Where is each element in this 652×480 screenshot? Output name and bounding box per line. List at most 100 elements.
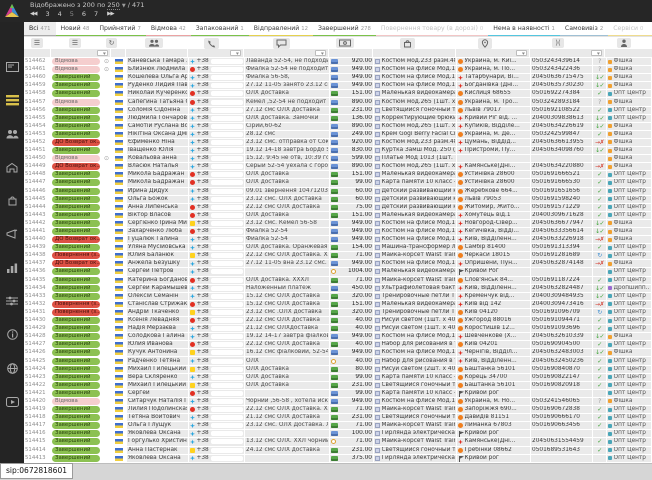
- col-tracking[interactable]: )(: [521, 38, 595, 48]
- sidebar-item-marketing[interactable]: [0, 218, 24, 252]
- product-cell[interactable]: Светящийся гоночный трек Ma...: [374, 382, 456, 389]
- client-name-cell[interactable]: Сергей: [127, 390, 188, 397]
- comment-cell[interactable]: 22.12 смс ОЛХ доставка: [245, 341, 329, 348]
- table-row[interactable]: 514436ЗавершенийСергей Петров+381004.00М…: [24, 268, 652, 276]
- tracking-cell[interactable]: 20400309484935: [531, 293, 592, 300]
- tracking-cell[interactable]: 0501691094471: [531, 317, 592, 324]
- comment-cell[interactable]: ОЛХ доставка. Оранжевая: [245, 244, 329, 251]
- address-cell[interactable]: Новгород-Сівер...: [457, 220, 530, 227]
- address-cell[interactable]: Татарбунари, Ві...: [457, 74, 530, 81]
- comment-cell[interactable]: 21.12 смс ОЛХ доставка: [245, 414, 329, 421]
- sidebar-item-orders[interactable]: [0, 84, 24, 118]
- address-cell[interactable]: Самбір 81400: [457, 244, 530, 251]
- comment-cell[interactable]: [245, 430, 329, 437]
- client-name-cell[interactable]: Микола Бадражан: [127, 171, 188, 178]
- client-phone-cell[interactable]: +38: [189, 244, 244, 251]
- tab-Самовивіз[interactable]: Самовивіз2: [560, 22, 608, 37]
- product-cell[interactable]: Рисуй светом (1шт. х 40.00 = 40...: [374, 317, 456, 324]
- client-phone-cell[interactable]: +38: [189, 90, 244, 97]
- tracking-cell[interactable]: 20450632450236: [531, 357, 592, 364]
- tab-Всі[interactable]: Всі471: [24, 22, 56, 37]
- client-phone-cell[interactable]: +38: [189, 179, 244, 186]
- address-cell[interactable]: Житомир, Жито...: [457, 204, 530, 211]
- page-button-7[interactable]: 7: [92, 10, 100, 18]
- tracking-cell[interactable]: 0501691096709: [531, 309, 592, 316]
- client-name-cell[interactable]: Власюк Наталья: [127, 163, 188, 170]
- tracking-cell[interactable]: 20450635730230: [531, 82, 592, 89]
- client-name-cell[interactable]: Горгулько Христина..: [127, 438, 188, 445]
- client-phone-cell[interactable]: +38: [189, 196, 244, 203]
- tab-В дорозі додому[interactable]: В дорозі додому0: [648, 22, 652, 37]
- client-phone-cell[interactable]: +38: [189, 317, 244, 324]
- table-row[interactable]: 514423ЗавершенийВера Скляренко+38ОЛХ дос…: [24, 374, 652, 382]
- address-cell[interactable]: Кривой Рог: [457, 268, 530, 275]
- address-cell[interactable]: Київ, Відділенн...: [457, 357, 530, 364]
- tab-Відмова[interactable]: Відмова42: [146, 22, 191, 37]
- client-phone-cell[interactable]: +38: [189, 390, 244, 397]
- product-cell[interactable]: Майка-корсет Waist Trainer *142...: [374, 422, 456, 429]
- comment-cell[interactable]: 15.12 смс ОЛХ доставка: [245, 293, 329, 300]
- comment-cell[interactable]: Фиалка 56-58,: [245, 74, 329, 81]
- client-name-cell[interactable]: Самотій Руслана Во..: [127, 123, 188, 130]
- client-phone-cell[interactable]: +38: [189, 204, 244, 211]
- product-cell[interactable]: Светящийся гоночный трек Ma...: [374, 107, 456, 114]
- client-phone-cell[interactable]: +38: [189, 82, 244, 89]
- sidebar-item-settings[interactable]: [0, 285, 24, 319]
- address-cell[interactable]: Слов'янськ 84...: [457, 277, 530, 284]
- comment-cell[interactable]: 23.12 смс. Кемел 56-58: [245, 220, 329, 227]
- tracking-cell[interactable]: 0501690840870: [531, 366, 592, 373]
- comment-cell[interactable]: 27.12 11-05 занято 23.12 смс. ...: [245, 82, 329, 89]
- comment-cell[interactable]: 27.12 11-05 вна 23.12 смс. 19...: [245, 260, 329, 267]
- address-cell[interactable]: Украина, м. Киї...: [457, 58, 530, 65]
- sidebar-item-browser[interactable]: [0, 352, 24, 386]
- client-name-cell[interactable]: Лилия Подолинская: [127, 406, 188, 413]
- client-phone-cell[interactable]: +38: [189, 301, 244, 308]
- tracking-cell[interactable]: 20450634098760: [531, 147, 592, 154]
- comment-cell[interactable]: 28.12 смс: [245, 131, 329, 138]
- address-cell[interactable]: Ужгород 88016: [457, 317, 530, 324]
- table-row[interactable]: 514420ВідмоваСитарчук Наталія Гр..+38Чор…: [24, 398, 652, 406]
- client-phone-cell[interactable]: +38: [189, 438, 244, 445]
- client-name-cell[interactable]: Ситарчук Наталія Гр..: [127, 398, 188, 405]
- address-cell[interactable]: Жеребкове 664...: [457, 188, 530, 195]
- client-phone-cell[interactable]: +38: [189, 228, 244, 235]
- client-name-cell[interactable]: Руденко Лидия Пав..: [127, 82, 188, 89]
- table-row[interactable]: 514428ЗавершенийСолодкова Галина В..+381…: [24, 333, 652, 341]
- col-source[interactable]: ☰: [50, 38, 100, 48]
- product-cell[interactable]: Рисуй светом (1шт. х 40.00 = 40...: [374, 325, 456, 332]
- client-phone-cell[interactable]: +38: [189, 98, 244, 105]
- address-cell[interactable]: Цумань, Віддід...: [457, 139, 530, 146]
- address-cell[interactable]: Украина, м. Но...: [457, 398, 530, 405]
- tracking-cell[interactable]: 0503243439614: [531, 58, 592, 65]
- address-cell[interactable]: Запоріжжя 690...: [457, 406, 530, 413]
- comment-cell[interactable]: 27.12 смс ОЛХ доставка: [245, 107, 329, 114]
- client-phone-cell[interactable]: +38: [189, 220, 244, 227]
- client-phone-cell[interactable]: +38: [189, 171, 244, 178]
- comment-cell[interactable]: [245, 455, 329, 462]
- table-row[interactable]: 514456ЗавершенийСоломія Сідоніна+3827.12…: [24, 107, 652, 115]
- client-name-cell[interactable]: Микола Бадражан: [127, 179, 188, 186]
- tracking-cell[interactable]: 0503243422436: [531, 66, 592, 73]
- tab-Відправлений[interactable]: Відправлений12: [249, 22, 313, 37]
- table-row[interactable]: 514442ЗавершенийСергієнко Ірина Ми..+382…: [24, 220, 652, 228]
- sidebar-item-dashboard[interactable]: [0, 50, 24, 84]
- client-name-cell[interactable]: Сапегина Татьяна С..: [127, 98, 188, 105]
- tracking-cell[interactable]: 20450632610339: [531, 333, 592, 340]
- table-row[interactable]: 514450Відмова⊙Ковальова анна+3815.12. 9:…: [24, 155, 652, 163]
- product-cell[interactable]: Детский развивающий констру...: [374, 196, 456, 203]
- product-cell[interactable]: Костюм мод.233 разм.48-58 (1...: [374, 139, 456, 146]
- client-phone-cell[interactable]: +38: [189, 325, 244, 332]
- tracking-cell[interactable]: 0501691313394: [531, 244, 592, 251]
- client-phone-cell[interactable]: +38: [189, 293, 244, 300]
- address-cell[interactable]: Кривий Ріг від. ...: [457, 115, 530, 122]
- comment-cell[interactable]: ОЛХ: [245, 357, 329, 364]
- client-name-cell[interactable]: Близнюк Людмила ..: [127, 66, 188, 73]
- product-cell[interactable]: Маленькая видеокамера SQ8 *...: [374, 301, 456, 308]
- tracking-cell[interactable]: [531, 455, 592, 462]
- client-phone-cell[interactable]: +38: [189, 58, 244, 65]
- client-name-cell[interactable]: Каневська Тамара ..: [127, 58, 188, 65]
- client-phone-cell[interactable]: +38: [189, 447, 244, 454]
- product-cell[interactable]: Детский развивающий констру...: [374, 188, 456, 195]
- tracking-cell[interactable]: 0501689531643: [531, 447, 592, 454]
- comment-cell[interactable]: ОЛХ доставка: [245, 171, 329, 178]
